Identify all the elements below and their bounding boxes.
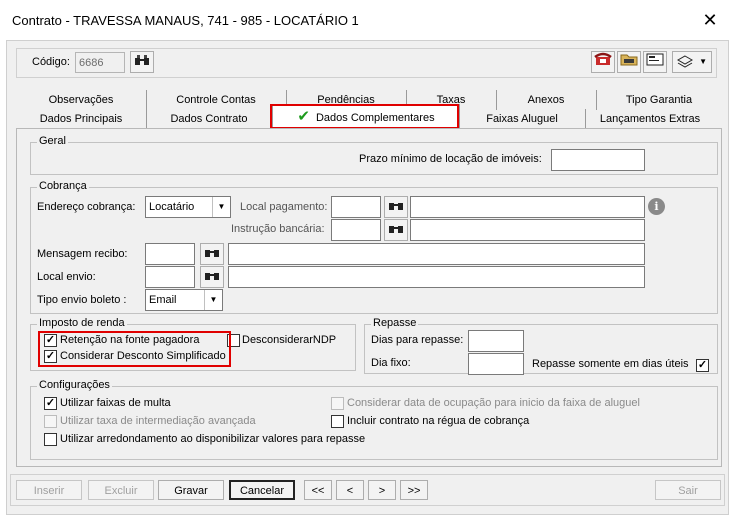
info-icon[interactable]: i [648, 198, 665, 215]
tab-dados-principais[interactable]: Dados Principais [16, 109, 147, 129]
codigo-field: 6686 [75, 52, 125, 73]
prazo-field[interactable] [551, 149, 645, 171]
taxa-intermediacao-label: Utilizar taxa de intermediação avançada [60, 415, 256, 427]
chevron-down-icon: ▼ [699, 57, 707, 66]
local-pagamento-code[interactable] [331, 196, 381, 218]
chevron-down-icon: ▼ [212, 197, 230, 217]
data-ocupacao-label: Considerar data de ocupação para inicio … [347, 397, 640, 409]
regua-cobranca-checkbox[interactable] [331, 415, 344, 428]
local-envio-label: Local envio: [37, 271, 96, 283]
layers-menu-button[interactable]: ▼ [672, 51, 712, 73]
local-pagamento-label: Local pagamento: [240, 201, 328, 213]
prazo-label: Prazo mínimo de locação de imóveis: [359, 153, 542, 165]
codigo-label: Código: [32, 56, 70, 68]
first-record-button[interactable]: << [304, 480, 332, 500]
cancelar-button[interactable]: Cancelar [229, 480, 295, 500]
data-ocupacao-checkbox [331, 397, 344, 410]
close-icon[interactable]: ✕ [687, 0, 733, 40]
config-legend: Configurações [37, 379, 112, 391]
mensagem-code[interactable] [145, 243, 195, 265]
repasse-legend: Repasse [371, 317, 419, 329]
dia-fixo-label: Dia fixo: [371, 357, 411, 369]
geral-legend: Geral [37, 135, 68, 147]
desconsiderar-label: DesconsiderarNDP [242, 334, 337, 346]
binoculars-icon[interactable] [200, 243, 224, 265]
taxa-intermediacao-checkbox [44, 415, 57, 428]
inserir-button[interactable]: Inserir [16, 480, 82, 500]
phone-icon[interactable] [591, 51, 615, 73]
cobranca-legend: Cobrança [37, 180, 89, 192]
regua-cobranca-label: Incluir contrato na régua de cobrança [347, 415, 530, 427]
highlight-imposto [38, 331, 231, 367]
window-title: Contrato - TRAVESSA MANAUS, 741 - 985 - … [12, 13, 359, 28]
last-record-button[interactable]: >> [400, 480, 428, 500]
tab-dados-contrato[interactable]: Dados Contrato [146, 109, 273, 129]
local-pagamento-desc[interactable] [410, 196, 645, 218]
mensagem-desc[interactable] [228, 243, 645, 265]
local-envio-desc[interactable] [228, 266, 645, 288]
codigo-value: 6686 [79, 57, 104, 69]
repasse-somente-checkbox[interactable]: ✓ [696, 359, 709, 372]
arredondamento-label: Utilizar arredondamento ao disponibiliza… [60, 433, 366, 445]
tab-observacoes[interactable]: Observações [16, 90, 147, 110]
faixas-multa-label: Utilizar faixas de multa [60, 397, 171, 409]
tipo-envio-label: Tipo envio boleto : [37, 294, 127, 306]
local-envio-code[interactable] [145, 266, 195, 288]
tipo-envio-value: Email [149, 294, 177, 306]
gravar-button[interactable]: Gravar [158, 480, 224, 500]
window-titlebar: Contrato - TRAVESSA MANAUS, 741 - 985 - … [0, 0, 733, 40]
highlight-tab [270, 104, 459, 129]
excluir-button[interactable]: Excluir [88, 480, 154, 500]
instrucao-code[interactable] [331, 219, 381, 241]
tab-faixas-aluguel[interactable]: Faixas Aluguel [459, 109, 586, 129]
instrucao-label: Instrução bancária: [231, 223, 325, 235]
prev-record-button[interactable]: < [336, 480, 364, 500]
instrucao-desc[interactable] [410, 219, 645, 241]
dia-fixo-field[interactable] [468, 353, 524, 375]
dias-repasse-label: Dias para repasse: [371, 334, 464, 346]
tab-controle-contas[interactable]: Controle Contas [146, 90, 287, 110]
card-icon[interactable] [643, 51, 667, 73]
chevron-down-icon: ▼ [204, 290, 222, 310]
tab-tipo-garantia[interactable]: Tipo Garantia [596, 90, 722, 110]
binoculars-icon[interactable] [130, 51, 154, 73]
repasse-somente-label: Repasse somente em dias úteis [532, 358, 689, 370]
binoculars-icon[interactable] [384, 196, 408, 218]
tab-anexos[interactable]: Anexos [496, 90, 597, 110]
arredondamento-checkbox[interactable] [44, 433, 57, 446]
faixas-multa-checkbox[interactable]: ✓ [44, 397, 57, 410]
layers-icon [676, 54, 694, 76]
sair-button[interactable]: Sair [655, 480, 721, 500]
imposto-legend: Imposto de renda [37, 317, 127, 329]
endereco-select[interactable]: Locatário ▼ [145, 196, 231, 218]
tipo-envio-select[interactable]: Email ▼ [145, 289, 223, 311]
mensagem-label: Mensagem recibo: [37, 248, 128, 260]
endereco-value: Locatário [149, 201, 195, 213]
endereco-label: Endereço cobrança: [37, 201, 136, 213]
binoculars-icon[interactable] [384, 219, 408, 241]
next-record-button[interactable]: > [368, 480, 396, 500]
dias-repasse-field[interactable] [468, 330, 524, 352]
folder-icon[interactable] [617, 51, 641, 73]
binoculars-icon[interactable] [200, 266, 224, 288]
tab-lancamentos-extras[interactable]: Lançamentos Extras [585, 109, 715, 129]
